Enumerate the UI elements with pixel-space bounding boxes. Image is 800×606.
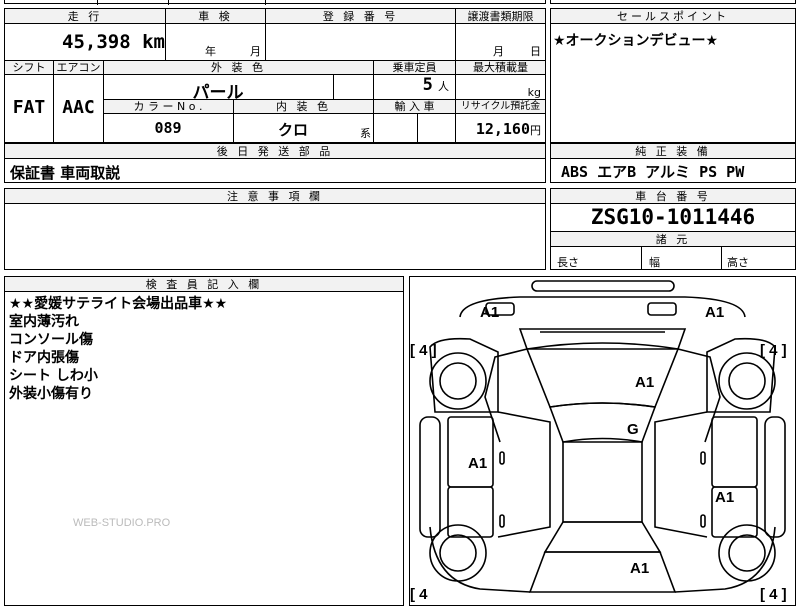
shaken-label: 車 検 — [165, 9, 265, 24]
equipment-box: 純 正 装 備 ABS エアB アルミ PS PW — [550, 143, 796, 183]
color-no-value: 089 — [154, 119, 182, 137]
mark-right-rear-door: A1 — [715, 489, 734, 506]
inspector-line: コンソール傷 — [9, 332, 93, 348]
tire-rl-mark: [ 4 — [410, 586, 428, 603]
transfer-month: 月 — [493, 45, 504, 58]
mark-hood: A1 — [635, 374, 654, 391]
inspector-line: シート しわ小 — [9, 368, 98, 384]
mileage-value: 45,398 km — [62, 31, 165, 53]
selling-point-text: ★オークションデビュー★ — [553, 33, 719, 49]
shaken-month: 月 — [250, 45, 261, 58]
tire-fr-mark: [ 4 ] — [760, 342, 787, 359]
main-info-table: 走 行 車 検 登 録 番 号 譲渡書類期限 45,398 km 年 月 月 日… — [4, 8, 546, 143]
dimensions-label: 諸 元 — [551, 232, 795, 247]
tire-rr-mark: [ 4 ] — [760, 586, 787, 603]
shaken-year: 年 — [205, 45, 216, 58]
recycle-label: リサイクル預託金 — [455, 100, 545, 114]
inspector-lines: ★★愛媛サテライト会場出品車★★ 室内薄汚れ コンソール傷 ドア内張傷 シート … — [9, 295, 227, 403]
notes-box: 注 意 事 項 欄 — [4, 188, 546, 270]
aircon-label: エアコン — [53, 61, 103, 75]
watermark: WEB-STUDIO.PRO — [73, 517, 171, 529]
capacity-value: 5 人 — [373, 75, 455, 100]
capacity-label: 乗車定員 — [373, 61, 455, 75]
mileage-label: 走 行 — [5, 9, 165, 24]
dim-length: 長さ — [557, 256, 579, 269]
interior-color-label: 内 装 色 — [233, 100, 373, 114]
car-diagram: A1 A1 A1 G A1 A1 A1 [ 4 ] [ 4 ] [ 4 [ 4 … — [410, 280, 787, 603]
later-parts-value: 保証書 車両取説 — [10, 164, 121, 182]
later-parts-box: 後 日 発 送 部 品 保証書 車両取説 — [4, 143, 546, 183]
car-diagram-box: A1 A1 A1 G A1 A1 A1 [ 4 ] [ 4 ] [ 4 [ 4 … — [409, 276, 796, 606]
recycle-value: 12,160円 — [455, 114, 545, 142]
selling-point-label: セールスポイント — [551, 9, 795, 24]
aircon-value: AAC — [53, 75, 103, 142]
exterior-color-label: 外 装 色 — [103, 61, 373, 75]
dim-width: 幅 — [649, 256, 660, 269]
shift-value: FAT — [12, 97, 46, 118]
chassis-label: 車 台 番 号 — [551, 189, 795, 204]
mark-front-right: A1 — [705, 304, 724, 321]
registration-label: 登 録 番 号 — [265, 9, 455, 24]
equipment-label: 純 正 装 備 — [551, 144, 795, 159]
equipment-value: ABS エアB アルミ PS PW — [561, 163, 745, 181]
inspector-line: 室内薄汚れ — [9, 314, 79, 330]
transfer-deadline-label: 譲渡書類期限 — [455, 9, 545, 24]
chassis-box: 車 台 番 号 ZSG10-1011446 諸 元 長さ 幅 高さ — [550, 188, 796, 270]
inspector-line: ★★愛媛サテライト会場出品車★★ — [9, 296, 228, 312]
inspector-label: 検 査 員 記 入 欄 — [5, 277, 403, 292]
shift-label: シフト — [12, 61, 46, 74]
inspector-line: 外装小傷有り — [9, 386, 93, 402]
inspector-box: 検 査 員 記 入 欄 ★★愛媛サテライト会場出品車★★ 室内薄汚れ コンソール… — [4, 276, 404, 606]
interior-color-suffix: 系 — [360, 127, 371, 140]
tire-fl-mark: [ 4 ] — [410, 342, 437, 359]
max-load-label: 最大積載量 — [455, 61, 545, 75]
inspector-line: ドア内張傷 — [9, 350, 79, 366]
import-label: 輸 入 車 — [373, 100, 455, 114]
top-cut-right — [550, 0, 796, 4]
color-no-label: カ ラ ー N o . — [133, 100, 203, 113]
chassis-value: ZSG10-1011446 — [590, 205, 756, 229]
notes-label: 注 意 事 項 欄 — [5, 189, 545, 204]
mark-roof: G — [627, 421, 639, 438]
transfer-day: 日 — [530, 45, 541, 58]
top-cut-row — [4, 0, 546, 5]
dim-height: 高さ — [727, 256, 749, 269]
selling-point-box: セールスポイント ★オークションデビュー★ — [550, 8, 796, 143]
later-parts-label: 後 日 発 送 部 品 — [5, 144, 545, 159]
mark-left-door: A1 — [468, 455, 487, 472]
mark-trunk: A1 — [630, 560, 649, 577]
max-load-unit: kg — [455, 75, 545, 100]
mark-front-left: A1 — [480, 304, 499, 321]
interior-color-value: クロ — [277, 121, 308, 139]
